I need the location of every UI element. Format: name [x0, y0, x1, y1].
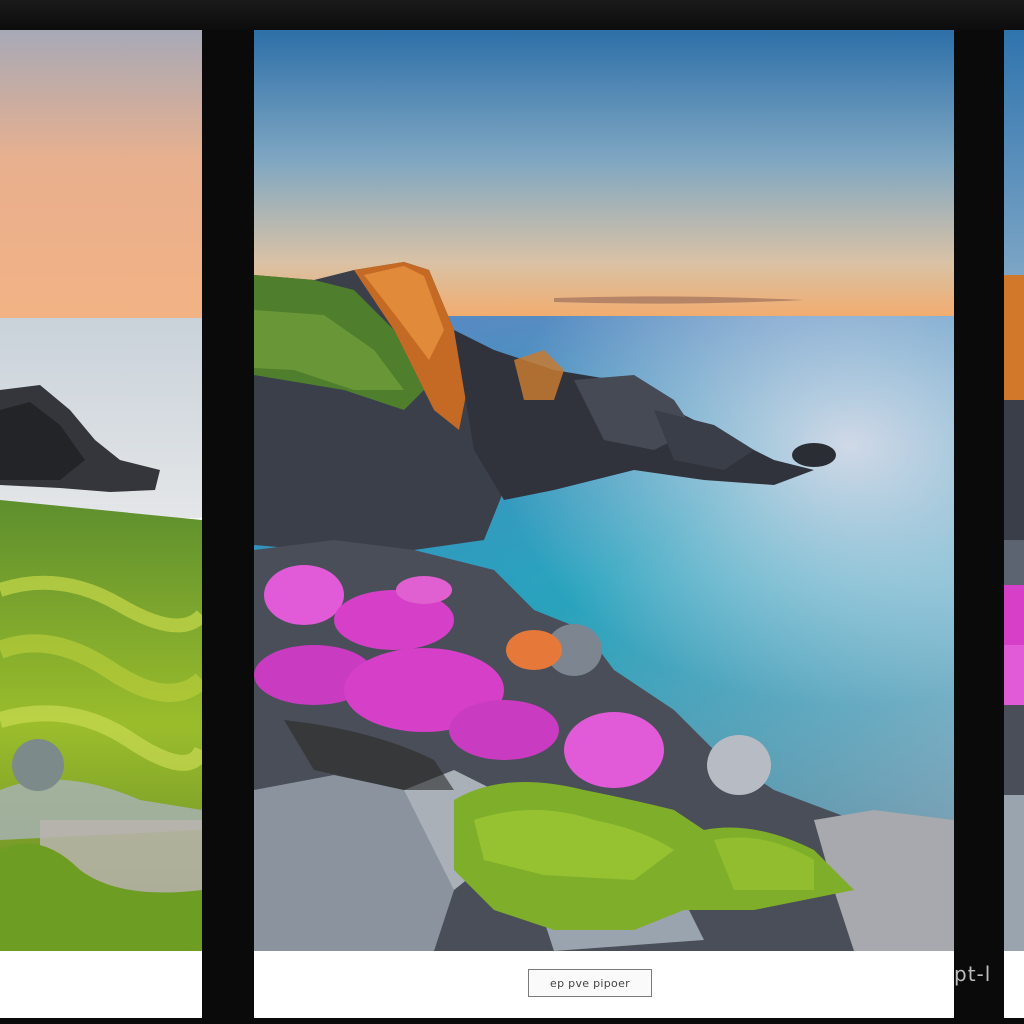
image-viewer: ep pve pipoer pt-l — [0, 0, 1024, 1024]
caption-button[interactable]: ep pve pipoer — [528, 969, 652, 997]
image-card-left[interactable] — [0, 30, 202, 1018]
image-card-right[interactable] — [1004, 30, 1024, 1018]
coastal-cliff-flowers-image — [254, 30, 954, 951]
coastal-cliff-partial-image — [1004, 30, 1024, 951]
coastal-sunset-grassland-image — [0, 30, 202, 951]
caption-bar-left — [0, 951, 202, 1018]
image-card-center[interactable]: ep pve pipoer — [254, 30, 954, 1018]
top-bar — [0, 0, 1024, 30]
edge-caption-text: pt-l — [954, 962, 992, 986]
divider-right — [954, 30, 1004, 1024]
caption-bar-right — [1004, 951, 1024, 1018]
divider-left — [202, 30, 254, 1024]
caption-bar-center: ep pve pipoer — [254, 951, 954, 1018]
